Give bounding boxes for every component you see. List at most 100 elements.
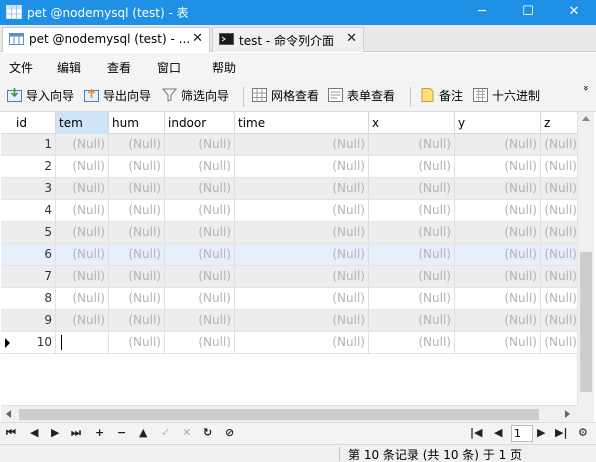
cell-hum[interactable]: (Null)	[109, 244, 165, 266]
cell-hum[interactable]: (Null)	[109, 134, 165, 156]
cell-tem[interactable]: (Null)	[56, 178, 109, 200]
cell-x[interactable]: (Null)	[369, 200, 455, 222]
cell-tem[interactable]: (Null)	[56, 222, 109, 244]
column-header-hum[interactable]: hum	[109, 112, 165, 134]
cell-id[interactable]: 9	[13, 310, 56, 332]
cell-id[interactable]: 4	[13, 200, 56, 222]
table-row[interactable]: 10 (Null) (Null) (Null) (Null) (Null) (Null)	[1, 332, 577, 354]
last-record-icon[interactable]: ⏭	[71, 426, 81, 440]
cell-x[interactable]: (Null)	[369, 156, 455, 178]
table-row[interactable]: 1 (Null) (Null) (Null) (Null) (Null) (Null) (Nu…	[1, 134, 577, 156]
cell-time[interactable]: (Null)	[235, 178, 369, 200]
table-row[interactable]: 9 (Null) (Null) (Null) (Null) (Null) (Null) (Nu…	[1, 310, 577, 332]
cell-time[interactable]: (Null)	[235, 310, 369, 332]
scroll-up-arrow-icon[interactable]	[582, 116, 590, 121]
cell-y[interactable]: (Null)	[455, 178, 541, 200]
cell-x[interactable]: (Null)	[369, 332, 455, 354]
cell-time[interactable]: (Null)	[235, 222, 369, 244]
cell-z[interactable]: (Null)	[541, 178, 577, 200]
table-row[interactable]: 5 (Null) (Null) (Null) (Null) (Null) (Null) (Nu…	[1, 222, 577, 244]
cell-x[interactable]: (Null)	[369, 134, 455, 156]
cell-hum[interactable]: (Null)	[109, 288, 165, 310]
cell-hum[interactable]: (Null)	[109, 178, 165, 200]
add-record-icon[interactable]: +	[95, 426, 104, 439]
horizontal-scroll-thumb[interactable]	[19, 409, 539, 420]
tab-table-pet[interactable]: pet @nodemysql (test) - ... ✕	[2, 27, 210, 52]
cell-hum[interactable]: (Null)	[109, 222, 165, 244]
last-page-icon[interactable]: ▶|	[555, 426, 567, 439]
cell-id[interactable]: 5	[13, 222, 56, 244]
vertical-scroll-thumb[interactable]	[580, 252, 592, 392]
first-record-icon[interactable]: ⏮	[6, 426, 16, 440]
table-row[interactable]: 2 (Null) (Null) (Null) (Null) (Null) (Null) (Nu…	[1, 156, 577, 178]
cell-time[interactable]: (Null)	[235, 244, 369, 266]
cell-y[interactable]: (Null)	[455, 310, 541, 332]
toolbar-overflow-chevron-icon[interactable]: »	[579, 84, 591, 92]
cell-x[interactable]: (Null)	[369, 288, 455, 310]
cell-z[interactable]: (Null)	[541, 156, 577, 178]
close-window-button[interactable]: ✕	[552, 0, 596, 25]
cell-z[interactable]: (Null)	[541, 332, 577, 354]
menu-edit[interactable]: 编辑	[57, 59, 81, 76]
cell-z[interactable]: (Null)	[541, 288, 577, 310]
cell-indoor[interactable]: (Null)	[165, 288, 235, 310]
cell-id[interactable]: 8	[13, 288, 56, 310]
cell-time[interactable]: (Null)	[235, 266, 369, 288]
tab-console-test[interactable]: test - 命令列介面 ✕	[212, 27, 364, 52]
cell-tem[interactable]	[56, 332, 109, 354]
cell-z[interactable]: (Null)	[541, 222, 577, 244]
memo-button[interactable]: 备注	[420, 87, 463, 107]
cell-tem[interactable]: (Null)	[56, 310, 109, 332]
stop-icon[interactable]: ⊘	[225, 426, 234, 439]
data-grid[interactable]: id tem hum indoor time x y z 1 (Null) (Nul…	[1, 112, 577, 405]
cell-y[interactable]: (Null)	[455, 288, 541, 310]
first-page-icon[interactable]: |◀	[470, 426, 482, 439]
cell-id[interactable]: 6	[13, 244, 56, 266]
cell-time[interactable]: (Null)	[235, 134, 369, 156]
column-header-x[interactable]: x	[369, 112, 455, 134]
cell-id[interactable]: 7	[13, 266, 56, 288]
cell-indoor[interactable]: (Null)	[165, 156, 235, 178]
table-row[interactable]: 6 (Null) (Null) (Null) (Null) (Null) (Null) (Nu…	[1, 244, 577, 266]
close-tab-icon[interactable]: ✕	[192, 31, 203, 46]
cell-indoor[interactable]: (Null)	[165, 200, 235, 222]
cell-x[interactable]: (Null)	[369, 222, 455, 244]
cell-indoor[interactable]: (Null)	[165, 310, 235, 332]
table-row[interactable]: 7 (Null) (Null) (Null) (Null) (Null) (Null) (Nu…	[1, 266, 577, 288]
cell-time[interactable]: (Null)	[235, 156, 369, 178]
close-tab-icon[interactable]: ✕	[346, 31, 357, 46]
cell-z[interactable]: (Null)	[541, 266, 577, 288]
cell-time[interactable]: (Null)	[235, 288, 369, 310]
export-wizard-button[interactable]: 导出向导	[84, 87, 151, 107]
minimize-button[interactable]: ─	[460, 0, 504, 25]
table-row[interactable]: 4 (Null) (Null) (Null) (Null) (Null) (Null) (Nu…	[1, 200, 577, 222]
cell-y[interactable]: (Null)	[455, 134, 541, 156]
previous-page-icon[interactable]: ◀	[494, 426, 502, 439]
cell-indoor[interactable]: (Null)	[165, 332, 235, 354]
delete-record-icon[interactable]: −	[117, 426, 126, 439]
menu-window[interactable]: 窗口	[157, 59, 181, 76]
column-header-id[interactable]: id	[13, 112, 56, 134]
cell-z[interactable]: (Null)	[541, 134, 577, 156]
cell-y[interactable]: (Null)	[455, 156, 541, 178]
cell-id[interactable]: 1	[13, 134, 56, 156]
column-header-indoor[interactable]: indoor	[165, 112, 235, 134]
maximize-button[interactable]: ☐	[506, 0, 550, 25]
table-row[interactable]: 3 (Null) (Null) (Null) (Null) (Null) (Null) (Nu…	[1, 178, 577, 200]
cell-tem[interactable]: (Null)	[56, 134, 109, 156]
horizontal-scrollbar[interactable]	[1, 405, 577, 422]
cell-tem[interactable]: (Null)	[56, 156, 109, 178]
apply-changes-icon[interactable]: ▲	[139, 426, 147, 439]
cell-time[interactable]: (Null)	[235, 200, 369, 222]
table-row[interactable]: 8 (Null) (Null) (Null) (Null) (Null) (Null) (Nu…	[1, 288, 577, 310]
import-wizard-button[interactable]: 导入向导	[7, 87, 74, 107]
cell-tem[interactable]: (Null)	[56, 288, 109, 310]
cell-indoor[interactable]: (Null)	[165, 222, 235, 244]
cell-id[interactable]: 10	[13, 332, 56, 354]
cell-z[interactable]: (Null)	[541, 200, 577, 222]
cell-x[interactable]: (Null)	[369, 178, 455, 200]
cell-x[interactable]: (Null)	[369, 310, 455, 332]
cell-z[interactable]: (Null)	[541, 310, 577, 332]
cell-time[interactable]: (Null)	[235, 332, 369, 354]
discard-changes-icon[interactable]: ✕	[182, 426, 191, 439]
